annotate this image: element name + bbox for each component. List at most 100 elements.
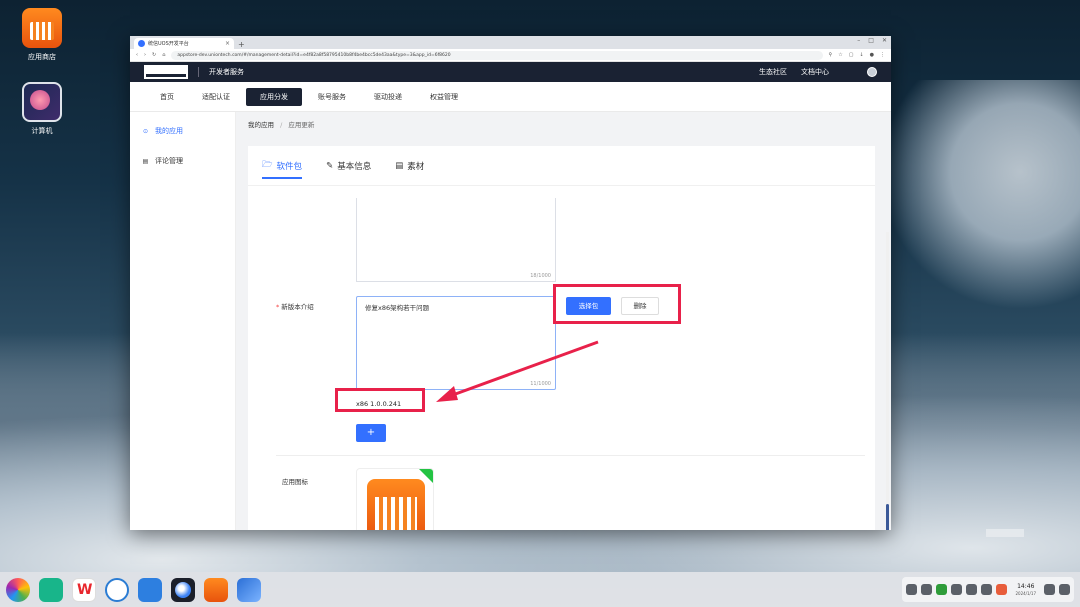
edit-icon: ✎ (326, 160, 334, 171)
tab-basic-info[interactable]: ✎ 基本信息 (326, 155, 371, 177)
notification-icon[interactable] (1059, 584, 1070, 595)
folder-icon: 🗁 (262, 159, 273, 170)
menu-item-rights[interactable]: 权益管理 (418, 88, 470, 106)
menu-item-distribution[interactable]: 应用分发 (246, 87, 302, 106)
wps-icon[interactable]: W (72, 577, 96, 602)
sidebar-item-label: 我的应用 (155, 127, 183, 135)
download-icon[interactable]: ↓ (859, 52, 863, 58)
header-link-docs[interactable]: 文档中心 (801, 67, 829, 77)
app-store-icon (22, 8, 62, 48)
comment-icon: ▤ (142, 157, 149, 165)
wifi-icon[interactable] (921, 584, 933, 595)
nav-buttons: ‹ › ↻ ⌂ (136, 52, 165, 58)
scrollbar-thumb[interactable] (886, 504, 889, 530)
taskbar: W 14:46 2024/1/17 (0, 572, 1080, 607)
menu-item-adaptation[interactable]: 适配认证 (190, 88, 242, 106)
delete-button[interactable]: 删除 (621, 297, 659, 315)
tab-bar: 🗁 软件包 ✎ 基本信息 ▤ 素材 (248, 146, 875, 186)
desktop-icon-computer[interactable]: 计算机 (12, 82, 72, 136)
show-desktop-icon[interactable] (1044, 584, 1055, 595)
expand-icon[interactable] (966, 584, 978, 595)
new-tab-button[interactable]: + (238, 40, 245, 49)
search-icon[interactable] (105, 577, 129, 602)
notification-app-icon[interactable] (996, 584, 1008, 595)
menu-item-account[interactable]: 账号服务 (306, 88, 358, 106)
new-version-label: * 新版本介绍 (276, 301, 314, 311)
reload-icon[interactable]: ↻ (152, 52, 156, 58)
profile-icon[interactable]: ● (870, 52, 874, 58)
menu-icon[interactable]: ⋮ (880, 52, 885, 58)
volume-icon[interactable] (951, 584, 963, 595)
avatar[interactable] (867, 67, 877, 77)
image-viewer-icon[interactable] (237, 577, 261, 602)
clock[interactable]: 14:46 2024/1/17 (1015, 583, 1036, 597)
file-manager-icon[interactable] (39, 577, 63, 602)
header-link-community[interactable]: 生态社区 (759, 67, 787, 77)
browser-dock-icon[interactable] (171, 577, 195, 602)
form-card: 🗁 软件包 ✎ 基本信息 ▤ 素材 18/1000 * 新版本介绍 修复x86架… (248, 146, 875, 530)
star-icon[interactable]: ☆ (838, 52, 842, 58)
tab-software-package[interactable]: 🗁 软件包 (262, 155, 303, 179)
extensions-icon[interactable]: ▢ (849, 52, 854, 58)
breadcrumb-root[interactable]: 我的应用 (248, 121, 274, 129)
tab-materials[interactable]: ▤ 素材 (395, 155, 424, 177)
close-window-icon[interactable]: ✕ (882, 37, 887, 44)
clock-date: 2024/1/17 (1015, 590, 1036, 596)
developer-service-title[interactable]: 开发者服务 (209, 67, 244, 77)
main-area: ⊙ 我的应用 ▤ 评论管理 我的应用 / 应用更新 🗁 软件包 ✎ 基本信息 ▤… (130, 112, 891, 530)
tab-label: 素材 (407, 161, 425, 172)
required-mark: * (276, 303, 280, 311)
browser-tab[interactable]: 统信UOS开发平台 × (134, 38, 234, 49)
main-menu: 首页 适配认证 应用分发 账号服务 驱动投递 权益管理 (130, 82, 891, 112)
previous-description-textarea[interactable]: 18/1000 (356, 198, 556, 282)
desktop-icon-label: 计算机 (31, 127, 53, 135)
content-area: 我的应用 / 应用更新 🗁 软件包 ✎ 基本信息 ▤ 素材 18/1000 * … (236, 112, 891, 530)
address-bar: ‹ › ↻ ⌂ appstore-dev.uniontech.com/#/man… (130, 49, 891, 62)
breadcrumb-separator: / (280, 121, 283, 129)
clock-time: 14:46 (1017, 582, 1035, 590)
tab-label: 基本信息 (337, 161, 372, 172)
browser-window: 统信UOS开发平台 × + – □ ✕ ‹ › ↻ ⌂ appstore-dev… (130, 36, 891, 530)
site-favicon-icon (138, 40, 145, 47)
home-icon[interactable]: ⌂ (162, 52, 165, 58)
launcher-icon[interactable] (6, 577, 30, 602)
maximize-icon[interactable]: □ (868, 37, 874, 44)
browser-tabbar: 统信UOS开发平台 × + – □ ✕ (130, 36, 891, 49)
package-form: 18/1000 * 新版本介绍 修复x86架构若干问题 11/1000 选择包 删… (248, 198, 865, 530)
shop-dock-icon[interactable] (204, 577, 228, 602)
header-divider (198, 67, 199, 77)
add-package-button[interactable]: + (356, 424, 386, 442)
breadcrumb-current: 应用更新 (288, 121, 315, 129)
sidebar-item-my-apps[interactable]: ⊙ 我的应用 (130, 124, 235, 138)
shopping-bag-icon (367, 479, 425, 530)
keyboard-icon[interactable] (906, 584, 918, 595)
minimize-icon[interactable]: – (857, 37, 860, 44)
close-tab-icon[interactable]: × (225, 40, 230, 47)
forward-icon[interactable]: › (144, 52, 146, 58)
sidebar-item-comments[interactable]: ▤ 评论管理 (130, 154, 235, 168)
menu-item-driver[interactable]: 驱动投递 (362, 88, 414, 106)
battery-icon[interactable] (936, 584, 948, 595)
char-counter: 18/1000 (530, 273, 551, 279)
zoom-icon[interactable]: ⚲ (829, 52, 833, 58)
app-header: 开发者服务 生态社区 文档中心 (130, 62, 891, 82)
breadcrumb: 我的应用 / 应用更新 (248, 112, 891, 138)
choose-package-button[interactable]: 选择包 (566, 297, 611, 315)
scrollbar-track[interactable] (886, 232, 889, 530)
section-divider (276, 455, 865, 456)
menu-item-home[interactable]: 首页 (148, 88, 186, 106)
back-icon[interactable]: ‹ (136, 52, 138, 58)
sidebar: ⊙ 我的应用 ▤ 评论管理 (130, 112, 236, 530)
package-version-label: x86 1.0.0.241 (356, 400, 402, 408)
browser-tab-title: 统信UOS开发平台 (148, 41, 189, 47)
uniontech-logo[interactable] (144, 65, 188, 79)
header-links: 生态社区 文档中心 (759, 67, 877, 77)
tray-app-icon[interactable] (981, 584, 993, 595)
url-input[interactable]: appstore-dev.uniontech.com/#/management-… (171, 50, 823, 60)
app-icon-upload[interactable] (356, 468, 434, 530)
annotation-arrow (436, 340, 599, 402)
document-icon: ▤ (395, 160, 404, 171)
app-store-dock-icon[interactable] (138, 577, 162, 602)
desktop-icon-app-store[interactable]: 应用商店 (12, 8, 72, 62)
browser-toolbar-icons: ⚲ ☆ ▢ ↓ ● ⋮ (829, 52, 885, 58)
